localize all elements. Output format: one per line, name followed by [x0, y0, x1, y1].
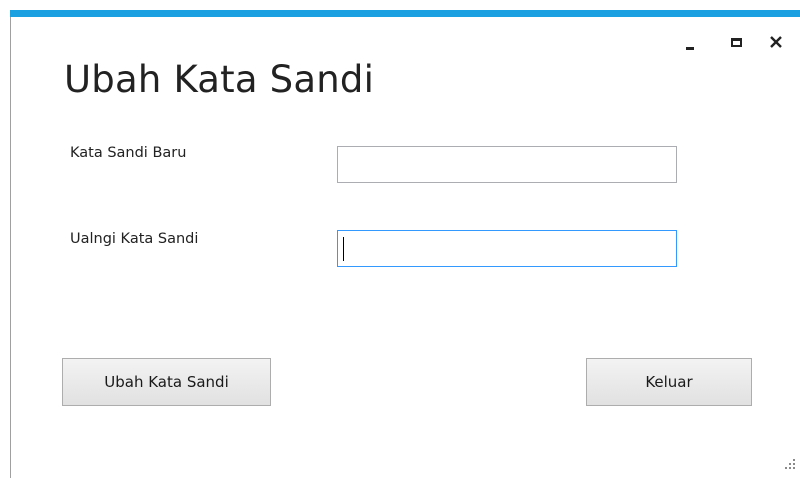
resize-grip-icon[interactable] [784, 458, 796, 470]
maximize-button[interactable] [720, 30, 752, 54]
new-password-label: Kata Sandi Baru [70, 145, 187, 161]
new-password-input[interactable] [337, 146, 677, 183]
change-password-button[interactable]: Ubah Kata Sandi [62, 358, 271, 406]
minimize-icon [686, 46, 694, 50]
maximize-icon [730, 37, 742, 47]
window-border [10, 17, 11, 478]
confirm-password-label: Ualngi Kata Sandi [70, 231, 199, 247]
close-icon [770, 36, 782, 48]
change-password-window: Ubah Kata Sandi Kata Sandi Baru Ualngi K… [0, 0, 800, 478]
page-title: Ubah Kata Sandi [64, 58, 375, 101]
exit-button[interactable]: Keluar [586, 358, 752, 406]
close-button[interactable] [760, 30, 792, 54]
title-bar-accent [10, 10, 800, 17]
confirm-password-input[interactable] [337, 230, 677, 267]
minimize-button[interactable] [674, 30, 706, 54]
